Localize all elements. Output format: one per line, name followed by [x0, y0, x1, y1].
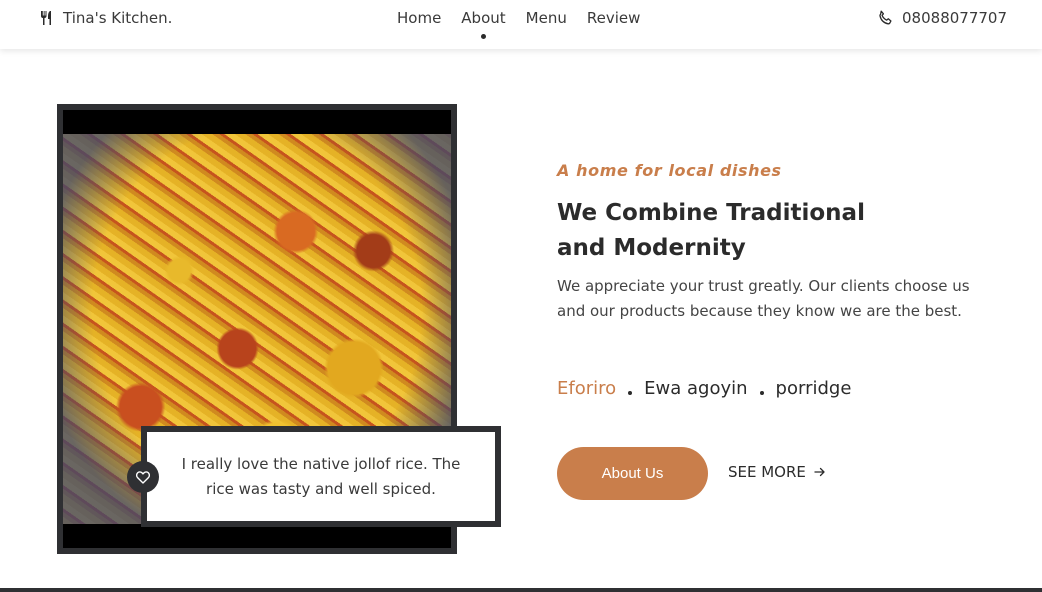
main-nav: Home About Menu Review	[397, 9, 660, 39]
section-description: We appreciate your trust greatly. Our cl…	[557, 277, 970, 320]
about-us-button[interactable]: About Us	[557, 447, 708, 500]
see-more-label: SEE MORE	[728, 463, 806, 481]
review-card: I really love the native jollof rice. Th…	[141, 426, 501, 527]
nav-about[interactable]: About	[461, 9, 506, 39]
see-more-link[interactable]: SEE MORE	[728, 463, 826, 481]
phone-contact[interactable]: 08088077707	[878, 9, 1007, 27]
section-tagline: A home for local dishes	[557, 161, 782, 180]
nav-home[interactable]: Home	[397, 9, 441, 27]
nav-review[interactable]: Review	[587, 9, 641, 27]
section-heading: We Combine Traditional and Modernity	[557, 200, 865, 261]
dish-ewa-agoyin[interactable]: Ewa agoyin	[644, 378, 747, 399]
brand-name: Tina's Kitchen.	[63, 9, 173, 27]
brand[interactable]: Tina's Kitchen.	[40, 9, 172, 27]
heart-badge[interactable]	[127, 461, 159, 493]
dish-separator	[628, 390, 633, 395]
dish-list: Eforiro Ewa agoyin porridge	[557, 378, 851, 399]
phone-icon	[879, 10, 892, 25]
heart-icon	[136, 470, 150, 484]
dish-porridge[interactable]: porridge	[776, 378, 852, 399]
fork-knife-icon	[41, 11, 51, 25]
dish-separator	[759, 390, 764, 395]
nav-menu[interactable]: Menu	[526, 9, 567, 27]
arrow-right-icon	[814, 467, 825, 477]
dish-eforiro[interactable]: Eforiro	[557, 378, 616, 399]
review-text: I really love the native jollof rice. Th…	[181, 454, 461, 498]
site-header: Tina's Kitchen. Home About Menu Review 0…	[0, 0, 1042, 49]
phone-number: 08088077707	[902, 9, 1007, 27]
footer-bar	[0, 588, 1042, 592]
